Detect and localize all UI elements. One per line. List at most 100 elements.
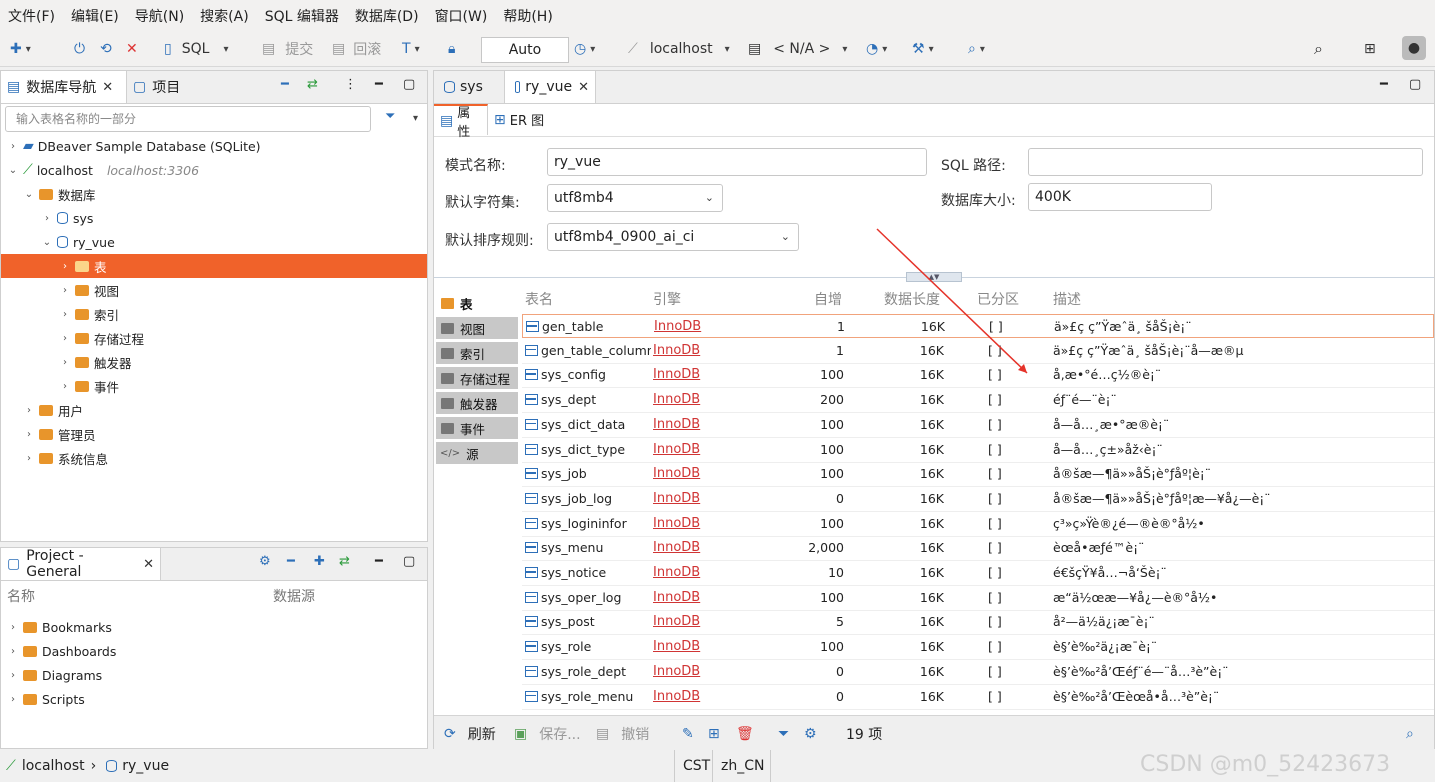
project-item-label: Dashboards	[42, 643, 117, 659]
search-icon[interactable]: ⌕	[1406, 724, 1414, 744]
chevron-down-icon[interactable]: ▾	[413, 113, 418, 124]
project-item-diagrams[interactable]: › Diagrams	[1, 663, 427, 687]
tools-button[interactable]: ⚒ ▾	[912, 39, 934, 59]
rollback-button[interactable]: ▤ 回滚	[332, 39, 381, 59]
perspective-icon: ⊞	[1364, 41, 1376, 57]
lock-button[interactable]: 🔒︎	[448, 39, 455, 59]
schema-selector[interactable]: ▤ < N/A > ▾	[748, 39, 847, 59]
menu-sql-editor[interactable]: SQL 编辑器	[257, 6, 347, 26]
watermark: CSDN @m0_52423673	[1140, 752, 1391, 777]
folder-icon	[39, 188, 53, 200]
project-item-dashboards[interactable]: › Dashboards	[1, 639, 427, 663]
collapse-all-icon[interactable]: ━	[287, 554, 295, 569]
tree-item-databases[interactable]: ⌄ 数据库	[1, 182, 427, 206]
table-icon[interactable]: ⊞	[708, 724, 720, 744]
tree-item-sysinfo[interactable]: › 系统信息	[1, 446, 427, 470]
dashboard-button[interactable]: ◔ ▾	[866, 39, 887, 59]
commit-label: 提交	[285, 42, 314, 58]
collapse-all-icon[interactable]: ━	[281, 77, 289, 92]
tree-item-triggers[interactable]: › 触发器	[1, 350, 427, 374]
tree-item-procedures[interactable]: › 存储过程	[1, 326, 427, 350]
tab-project[interactable]: ▢ 项目	[127, 71, 186, 103]
refresh-button[interactable]: ⟳ 刷新	[444, 724, 496, 744]
tree-item-localhost[interactable]: ⌄ ⟋ localhost localhost:3306	[1, 158, 427, 182]
view-menu-icon[interactable]: ⋮	[344, 77, 357, 92]
close-icon[interactable]: ✕	[102, 80, 113, 95]
tree-item-events[interactable]: › 事件	[1, 374, 427, 398]
project-tab-row: ▢ Project - General ✕ ⚙ ━ ✚ ⇄ ━ ▢	[1, 548, 427, 581]
global-search-button[interactable]: ⌕	[1314, 39, 1323, 59]
bookmark-folder-icon	[23, 621, 37, 633]
perspective-button[interactable]: ⊞	[1364, 39, 1376, 59]
breadcrumb-schema[interactable]: ry_vue	[122, 758, 169, 774]
avatar[interactable]: ●	[1402, 36, 1426, 60]
tree-item-admin[interactable]: › 管理员	[1, 422, 427, 446]
disconnect-button[interactable]: ✕	[126, 39, 138, 59]
connection-selector[interactable]: ⟋ localhost ▾	[628, 39, 730, 59]
menu-search[interactable]: 搜索(A)	[192, 6, 257, 26]
tree-item-tables[interactable]: › 表	[1, 254, 427, 278]
folder-icon	[75, 332, 89, 344]
chevron-right-icon: ›	[90, 758, 97, 774]
database-navigator-panel: ▤ 数据库导航 ✕ ▢ 项目 ━ ⇄ ⋮ ━ ▢ 输入表格名称的一部分 ⏷ ▾ …	[0, 70, 428, 542]
editor-bottom-toolbar: ⟳ 刷新 ▣ 保存... ▤ 撤销 ✎ ⊞ 🗑︎ ⏷ ⚙ 19 项 ⌕	[434, 715, 1434, 750]
delete-icon[interactable]: 🗑︎	[736, 724, 754, 744]
tree-item-ry-vue[interactable]: ⌄ ry_vue	[1, 230, 427, 254]
find-button[interactable]: ⌕ ▾	[968, 39, 985, 59]
menu-database[interactable]: 数据库(D)	[347, 6, 427, 26]
project-item-scripts[interactable]: › Scripts	[1, 687, 427, 711]
menu-edit[interactable]: 编辑(E)	[63, 6, 127, 26]
maximize-icon[interactable]: ▢	[403, 554, 415, 569]
project-item-bookmarks[interactable]: › Bookmarks	[1, 615, 427, 639]
filter-icon[interactable]: ⏷	[778, 724, 789, 744]
chevron-down-icon: ⌄	[24, 188, 34, 200]
reconnect-button[interactable]: ⟲	[100, 39, 112, 59]
link-editor-icon[interactable]: ⇄	[339, 554, 350, 569]
menu-file[interactable]: 文件(F)	[0, 6, 63, 26]
search-icon: ⌕	[968, 41, 976, 57]
schema-icon: ▤	[748, 41, 762, 57]
history-button[interactable]: ◷ ▾	[574, 39, 595, 59]
tree-label: 系统信息	[58, 451, 109, 467]
database-navigator-icon: ▤	[7, 79, 21, 95]
menu-help[interactable]: 帮助(H)	[495, 6, 560, 26]
column-name-header: 名称	[7, 589, 35, 605]
active-connection: localhost	[649, 41, 713, 57]
tree-item-users[interactable]: › 用户	[1, 398, 427, 422]
script-icon: ▯	[164, 41, 172, 57]
cancel-button[interactable]: ▤ 撤销	[596, 724, 649, 744]
menu-navigate[interactable]: 导航(N)	[127, 6, 192, 26]
table-filter-input[interactable]: 输入表格名称的一部分	[5, 106, 371, 132]
tab-database-navigator[interactable]: ▤ 数据库导航 ✕	[1, 71, 127, 103]
menu-window[interactable]: 窗口(W)	[427, 6, 496, 26]
minimize-icon[interactable]: ━	[375, 77, 383, 92]
link-editor-icon[interactable]: ⇄	[307, 77, 318, 92]
tree-item-sys[interactable]: › sys	[1, 206, 427, 230]
save-button[interactable]: ▣ 保存...	[514, 724, 581, 744]
sql-editor-button[interactable]: ▯ SQL ▾	[164, 39, 228, 59]
commit-button[interactable]: ▤ 提交	[262, 39, 313, 59]
minimize-icon[interactable]: ━	[375, 554, 383, 569]
tree-item-views[interactable]: › 视图	[1, 278, 427, 302]
new-connection-button[interactable]: ✚ ▾	[10, 39, 31, 59]
table-folder-icon	[75, 260, 89, 272]
chevron-right-icon: ›	[63, 308, 67, 320]
folder-icon	[75, 356, 89, 368]
auto-commit-mode[interactable]: Auto	[481, 37, 569, 63]
view-folder-icon	[75, 284, 89, 296]
connect-button[interactable]: ⏻	[74, 39, 85, 59]
maximize-icon[interactable]: ▢	[403, 77, 415, 92]
tree-item-sample-db[interactable]: › ▰ DBeaver Sample Database (SQLite)	[1, 134, 427, 158]
add-icon[interactable]: ✚	[314, 554, 325, 569]
tab-project-general[interactable]: ▢ Project - General ✕	[1, 548, 161, 580]
tree-item-indexes[interactable]: › 索引	[1, 302, 427, 326]
refresh-label: 刷新	[467, 727, 496, 743]
close-icon[interactable]: ✕	[143, 557, 154, 572]
filter-icon[interactable]: ⏷	[385, 109, 395, 124]
breadcrumb-connection[interactable]: localhost	[22, 758, 85, 774]
gear-icon[interactable]: ⚙	[259, 554, 271, 569]
edit-icon[interactable]: ✎	[682, 724, 694, 744]
tree-label: sys	[73, 210, 94, 226]
gear-icon[interactable]: ⚙	[804, 724, 817, 744]
transaction-mode-button[interactable]: T ▾	[402, 39, 420, 59]
